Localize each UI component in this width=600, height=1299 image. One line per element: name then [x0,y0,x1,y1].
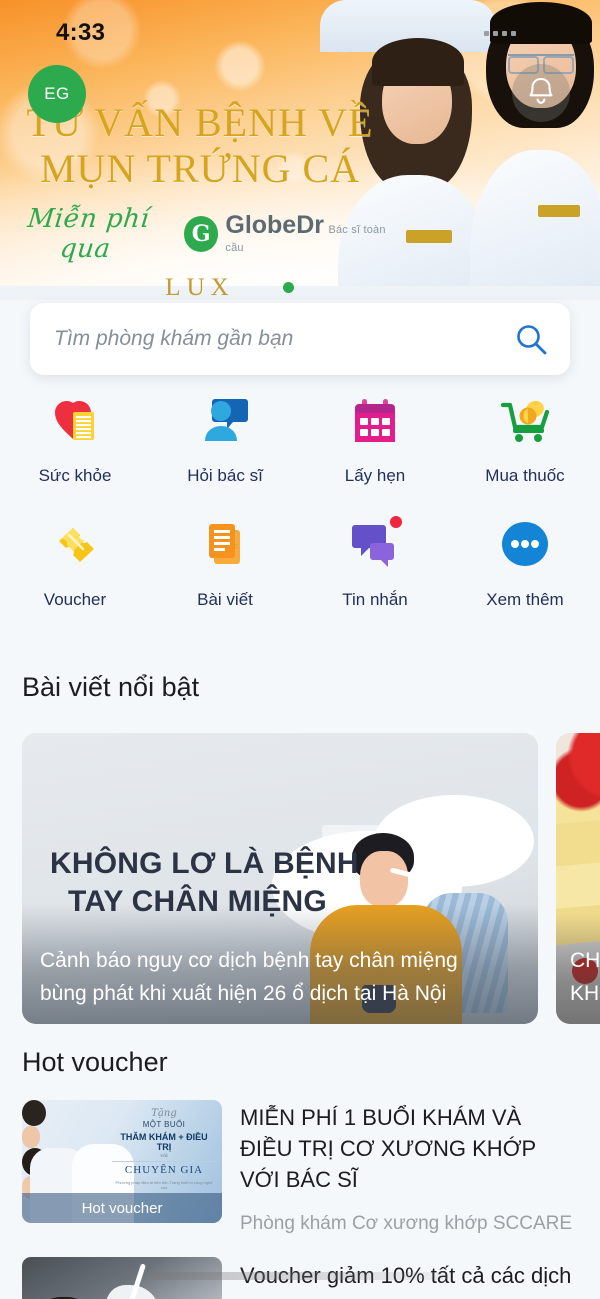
avatar[interactable]: EG [28,65,86,123]
search-icon[interactable] [514,322,548,356]
vouchers-section-title: Hot voucher [22,1047,168,1077]
banner-sponsor-row: Miễn phí qua G GlobeDr Bác sĩ toàn cầu [0,204,400,264]
quick-action-label: Xem thêm [486,590,564,609]
quick-action-label: Bài viết [197,590,253,609]
quick-action-row-2: Voucher Bài viết Tin nhắn Xem thêm [0,516,600,610]
article-icon [196,516,254,574]
globedr-mark-icon: G [183,216,219,252]
quick-action-lay-hen[interactable]: Lấy hẹn [300,392,450,486]
voucher-info: MIỄN PHÍ 1 BUỔI KHÁM VÀ ĐIỀU TRỊ CƠ XƯƠN… [240,1100,578,1235]
article-caption-line2: KHÔ [570,982,600,1005]
quick-action-suc-khoe[interactable]: Sức khỏe [0,392,150,486]
hot-voucher-badge: Hot voucher [22,1193,222,1223]
search-input[interactable] [54,327,514,351]
voucher-thumb-line1: MỘT BUỔI [142,1120,186,1129]
voucher-thumbnail: Tặng MỘT BUỔI THĂM KHÁM + ĐIỀU TRỊ với C… [22,1100,222,1223]
quick-action-mua-thuoc[interactable]: Mua thuốc [450,392,600,486]
voucher-list-item[interactable]: Tặng MỘT BUỔI THĂM KHÁM + ĐIỀU TRỊ với C… [22,1100,578,1235]
vouchers-list: Tặng MỘT BUỔI THĂM KHÁM + ĐIỀU TRỊ với C… [22,1100,578,1299]
article-caption: Cảnh báo nguy cơ dịch bệnh tay chân miện… [40,944,522,1010]
article-card[interactable]: CHẾ KHÔ [556,733,600,1024]
articles-carousel[interactable]: KHÔNG LƠ LÀ BỆNH TAY CHÂN MIỆNG Cảnh báo… [22,733,600,1024]
app-screen: TƯ VẤN BỆNH VỀ MỤN TRỨNG CÁ Miễn phí qua… [0,0,600,1299]
banner-script-text: Miễn phí qua [26,204,151,264]
quick-action-label: Mua thuốc [485,466,565,485]
bell-icon [529,77,553,104]
unread-badge-dot [390,516,402,528]
notifications-button[interactable] [512,64,570,122]
voucher-thumb-line5: Phương pháp điều trị tiên tiến Trang thi… [115,1180,213,1190]
quick-action-hoi-bac-si[interactable]: Hỏi bác sĩ [150,392,300,486]
quick-action-label: Lấy hẹn [344,466,406,485]
quick-action-voucher[interactable]: Voucher [0,516,150,610]
voucher-thumb-line0: Tặng [151,1108,177,1119]
more-icon [496,516,554,574]
quick-action-bai-viet[interactable]: Bài viết [150,516,300,610]
voucher-thumb-line2: THĂM KHÁM + ĐIỀU TRỊ [120,1132,208,1152]
article-caption-line2: bùng phát khi xuất hiện 26 ổ dịch tại Hà… [40,982,447,1005]
calendar-icon [346,392,404,450]
voucher-ticket-icon [46,516,104,574]
voucher-clinic-name: Phòng khám Cơ xương khớp SCCARE [240,1213,573,1234]
quick-action-grid: Sức khỏe Hỏi bác sĩ Lấy hẹn Mua thuốc Vo… [0,392,600,610]
quick-action-label: Sức khỏe [38,466,112,485]
voucher-title: MIỄN PHÍ 1 BUỔI KHÁM VÀ ĐIỀU TRỊ CƠ XƯƠN… [240,1105,536,1192]
article-caption: CHẾ KHÔ [570,944,600,1010]
search-bar[interactable] [30,303,570,375]
pharmacy-cart-icon [496,392,554,450]
scroll-edge-shadow [150,1272,450,1280]
voucher-thumb-line4: CHUYÊN GIA [112,1161,216,1176]
quick-action-label: Hỏi bác sĩ [187,466,263,485]
banner-headline-2: MỤN TRỨNG CÁ [39,146,361,191]
globedr-brand-name: GlobeDr [225,211,324,239]
ask-doctor-icon [196,392,254,450]
globedr-logo: G GlobeDr Bác sĩ toàn cầu [183,211,400,256]
lux-name: LUX [165,274,235,300]
messages-icon [346,516,404,574]
quick-action-label: Tin nhắn [342,590,408,609]
article-card[interactable]: KHÔNG LƠ LÀ BỆNH TAY CHÂN MIỆNG Cảnh báo… [22,733,538,1024]
article-image-headline-line1: KHÔNG LƠ LÀ BỆNH [50,847,359,880]
banner-pagination-dot[interactable] [283,282,294,293]
health-record-icon [46,392,104,450]
status-bar-clock: 4:33 [56,19,106,46]
article-caption-line1: Cảnh báo nguy cơ dịch bệnh tay chân miện… [40,949,458,972]
quick-action-row-1: Sức khỏe Hỏi bác sĩ Lấy hẹn Mua thuốc [0,392,600,486]
articles-section-title: Bài viết nổi bật [22,672,200,702]
status-bar-indicators [484,31,516,36]
quick-action-label: Voucher [43,590,107,609]
article-caption-line1: CHẾ [570,949,600,972]
lux-sponsor-logo: LUX BEAUTY CENTER [0,274,400,300]
search-container [30,303,570,375]
quick-action-xem-them[interactable]: Xem thêm [450,516,600,610]
voucher-thumbnail-text: Tặng MỘT BUỔI THĂM KHÁM + ĐIỀU TRỊ với C… [112,1108,216,1190]
quick-action-tin-nhan[interactable]: Tin nhắn [300,516,450,610]
voucher-thumb-line3: với [160,1153,168,1159]
